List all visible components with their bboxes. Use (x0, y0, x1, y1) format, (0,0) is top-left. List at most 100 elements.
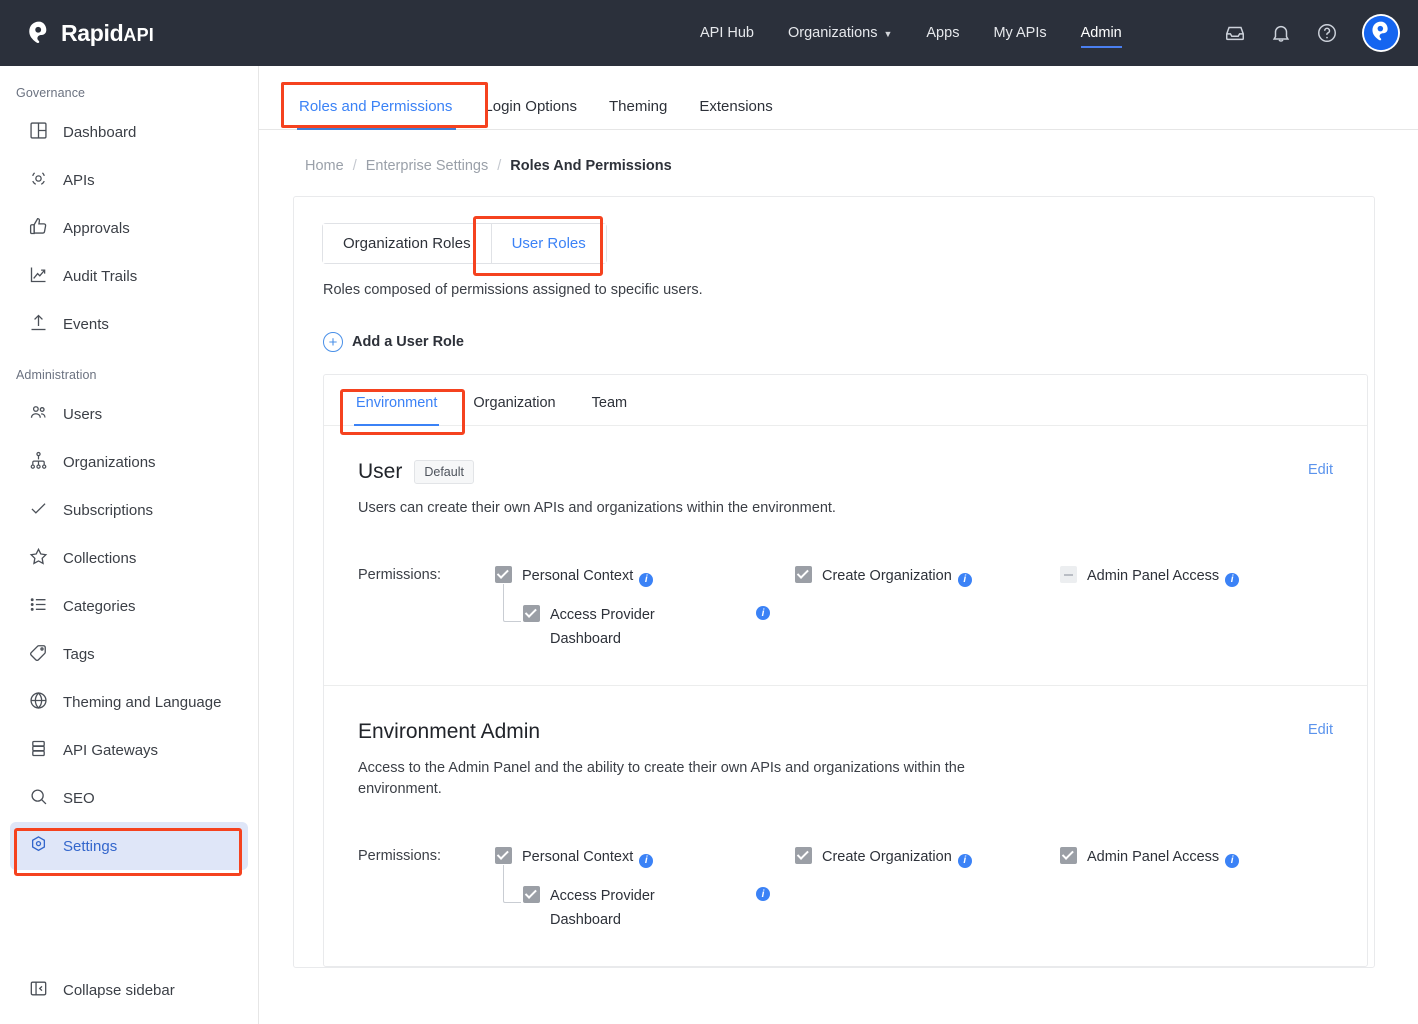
users-icon (28, 402, 49, 427)
plus-circle-icon: + (323, 332, 343, 352)
topnav-label: Organizations (788, 25, 878, 41)
info-icon[interactable]: i (1225, 854, 1240, 869)
topnav-label: Admin (1080, 25, 1122, 41)
edit-role-link[interactable]: Edit (1308, 722, 1333, 738)
sidebar-item-theming-and-language[interactable]: Theming and Language (10, 678, 248, 726)
sidebar-item-settings[interactable]: Settings (10, 822, 248, 870)
checkbox-create-organization[interactable] (795, 566, 812, 584)
sidebar-item-events[interactable]: Events (10, 300, 248, 348)
tree-connector (503, 865, 521, 904)
permission-admin-panel-access[interactable]: Admin Panel Access i (1060, 565, 1325, 588)
breadcrumb-separator: / (497, 158, 502, 174)
scope-tab-team[interactable]: Team (574, 375, 645, 425)
breadcrumb-item-enterprise-settings[interactable]: Enterprise Settings (366, 158, 489, 174)
brand-logo-group[interactable]: RapidAPI (26, 20, 154, 47)
role-block-environment-admin: Environment Admin Access to the Admin Pa… (324, 685, 1367, 966)
tag-icon (28, 642, 49, 667)
checkbox-access-provider-dashboard[interactable] (523, 605, 540, 623)
topnav-item-my-apis[interactable]: My APIs (993, 0, 1046, 66)
sidebar-item-label: API Gateways (63, 741, 159, 759)
scope-tab-label: Team (591, 395, 628, 411)
segment-user-roles[interactable]: User Roles (490, 224, 606, 263)
role-name: Environment Admin (358, 720, 541, 744)
tab-label: Login Options (484, 98, 577, 115)
breadcrumb-item-home[interactable]: Home (305, 158, 344, 174)
scope-tab-environment[interactable]: Environment (338, 375, 455, 426)
permission-column-3: Admin Panel Access i (1060, 565, 1325, 651)
topnav-item-admin[interactable]: Admin (1080, 0, 1122, 66)
checkbox-personal-context[interactable] (495, 847, 512, 865)
tab-extensions[interactable]: Extensions (683, 98, 788, 129)
roles-scope-card: Environment Organization Team User Defau… (323, 374, 1368, 968)
settings-icon (28, 834, 49, 859)
sidebar-group-administration-label: Administration (16, 368, 97, 382)
roles-segmented-control: Organization Roles User Roles (322, 216, 607, 276)
info-icon[interactable]: i (957, 854, 972, 869)
inbox-icon[interactable] (1224, 22, 1246, 44)
info-icon[interactable]: i (756, 887, 770, 902)
permission-create-organization[interactable]: Create Organization i (795, 846, 1060, 869)
sidebar-item-audit-trails[interactable]: Audit Trails (10, 252, 248, 300)
checkbox-admin-panel-access[interactable] (1060, 847, 1077, 865)
topnav-item-organizations[interactable]: Organizations ▼ (788, 0, 892, 66)
sidebar-item-collections[interactable]: Collections (10, 534, 248, 582)
collapse-sidebar-icon (28, 978, 49, 1003)
permission-label: Admin Panel Access i (1087, 846, 1240, 869)
settings-tabbar: Roles and Permissions Login Options Them… (259, 66, 1418, 130)
role-name: User (358, 460, 403, 483)
tab-roles-and-permissions[interactable]: Roles and Permissions (295, 98, 468, 130)
sidebar-item-api-gateways[interactable]: API Gateways (10, 726, 248, 774)
roles-scope-tabs: Environment Organization Team (324, 375, 1367, 435)
permission-column-1: Personal Context i Access Provider Dashbo… (495, 565, 795, 651)
info-icon[interactable]: i (756, 606, 770, 621)
sidebar-item-seo[interactable]: SEO (10, 774, 248, 822)
sidebar-item-tags[interactable]: Tags (10, 630, 248, 678)
info-icon[interactable]: i (639, 854, 654, 869)
globe-icon (28, 690, 49, 715)
add-user-role-button[interactable]: + Add a User Role (323, 332, 464, 352)
permission-column-2: Create Organization i (795, 846, 1060, 932)
topnav-item-apps[interactable]: Apps (926, 0, 959, 66)
scope-tab-label: Organization (473, 395, 556, 411)
top-icon-group (1224, 0, 1400, 66)
info-icon[interactable]: i (957, 573, 972, 588)
sidebar-item-approvals[interactable]: Approvals (10, 204, 248, 252)
info-icon[interactable]: i (1225, 573, 1240, 588)
permission-access-provider-dashboard[interactable]: Access Provider Dashboard i (503, 865, 773, 932)
bell-icon[interactable] (1270, 22, 1292, 44)
info-icon[interactable]: i (639, 573, 654, 588)
sidebar-item-label: Subscriptions (63, 501, 154, 519)
checkbox-access-provider-dashboard[interactable] (523, 886, 540, 904)
sidebar-item-dashboard[interactable]: Dashboard (10, 108, 248, 156)
sidebar-item-categories[interactable]: Categories (10, 582, 248, 630)
topnav-item-api-hub[interactable]: API Hub (700, 0, 754, 66)
permission-create-organization[interactable]: Create Organization i (795, 565, 1060, 588)
sidebar-item-subscriptions[interactable]: Subscriptions (10, 486, 248, 534)
edit-role-link[interactable]: Edit (1308, 462, 1333, 478)
scope-tab-organization[interactable]: Organization (455, 375, 573, 425)
permission-personal-context[interactable]: Personal Context i (495, 846, 795, 869)
card-subtitle: Roles composed of permissions assigned t… (323, 282, 703, 298)
checkbox-create-organization[interactable] (795, 847, 812, 865)
sidebar-item-label: Audit Trails (63, 267, 138, 285)
sidebar-item-organizations[interactable]: Organizations (10, 438, 248, 486)
checkbox-personal-context[interactable] (495, 566, 512, 584)
permission-access-provider-dashboard[interactable]: Access Provider Dashboard i (503, 584, 773, 651)
tab-theming[interactable]: Theming (593, 98, 683, 129)
checkbox-admin-panel-access[interactable] (1060, 566, 1077, 584)
avatar[interactable] (1362, 14, 1400, 52)
star-icon (28, 546, 49, 571)
tab-login-options[interactable]: Login Options (468, 98, 593, 129)
sidebar-item-users[interactable]: Users (10, 390, 248, 438)
help-icon[interactable] (1316, 22, 1338, 44)
upload-icon (28, 312, 49, 337)
apis-icon (28, 168, 49, 193)
permission-label: Personal Context i (522, 846, 654, 869)
permission-label: Admin Panel Access i (1087, 565, 1240, 588)
collapse-sidebar-button[interactable]: Collapse sidebar (0, 966, 258, 1014)
permission-admin-panel-access[interactable]: Admin Panel Access i (1060, 846, 1325, 869)
sidebar-item-apis[interactable]: APIs (10, 156, 248, 204)
segment-organization-roles[interactable]: Organization Roles (323, 224, 491, 263)
permission-personal-context[interactable]: Personal Context i (495, 565, 795, 588)
breadcrumb-separator: / (352, 158, 357, 174)
